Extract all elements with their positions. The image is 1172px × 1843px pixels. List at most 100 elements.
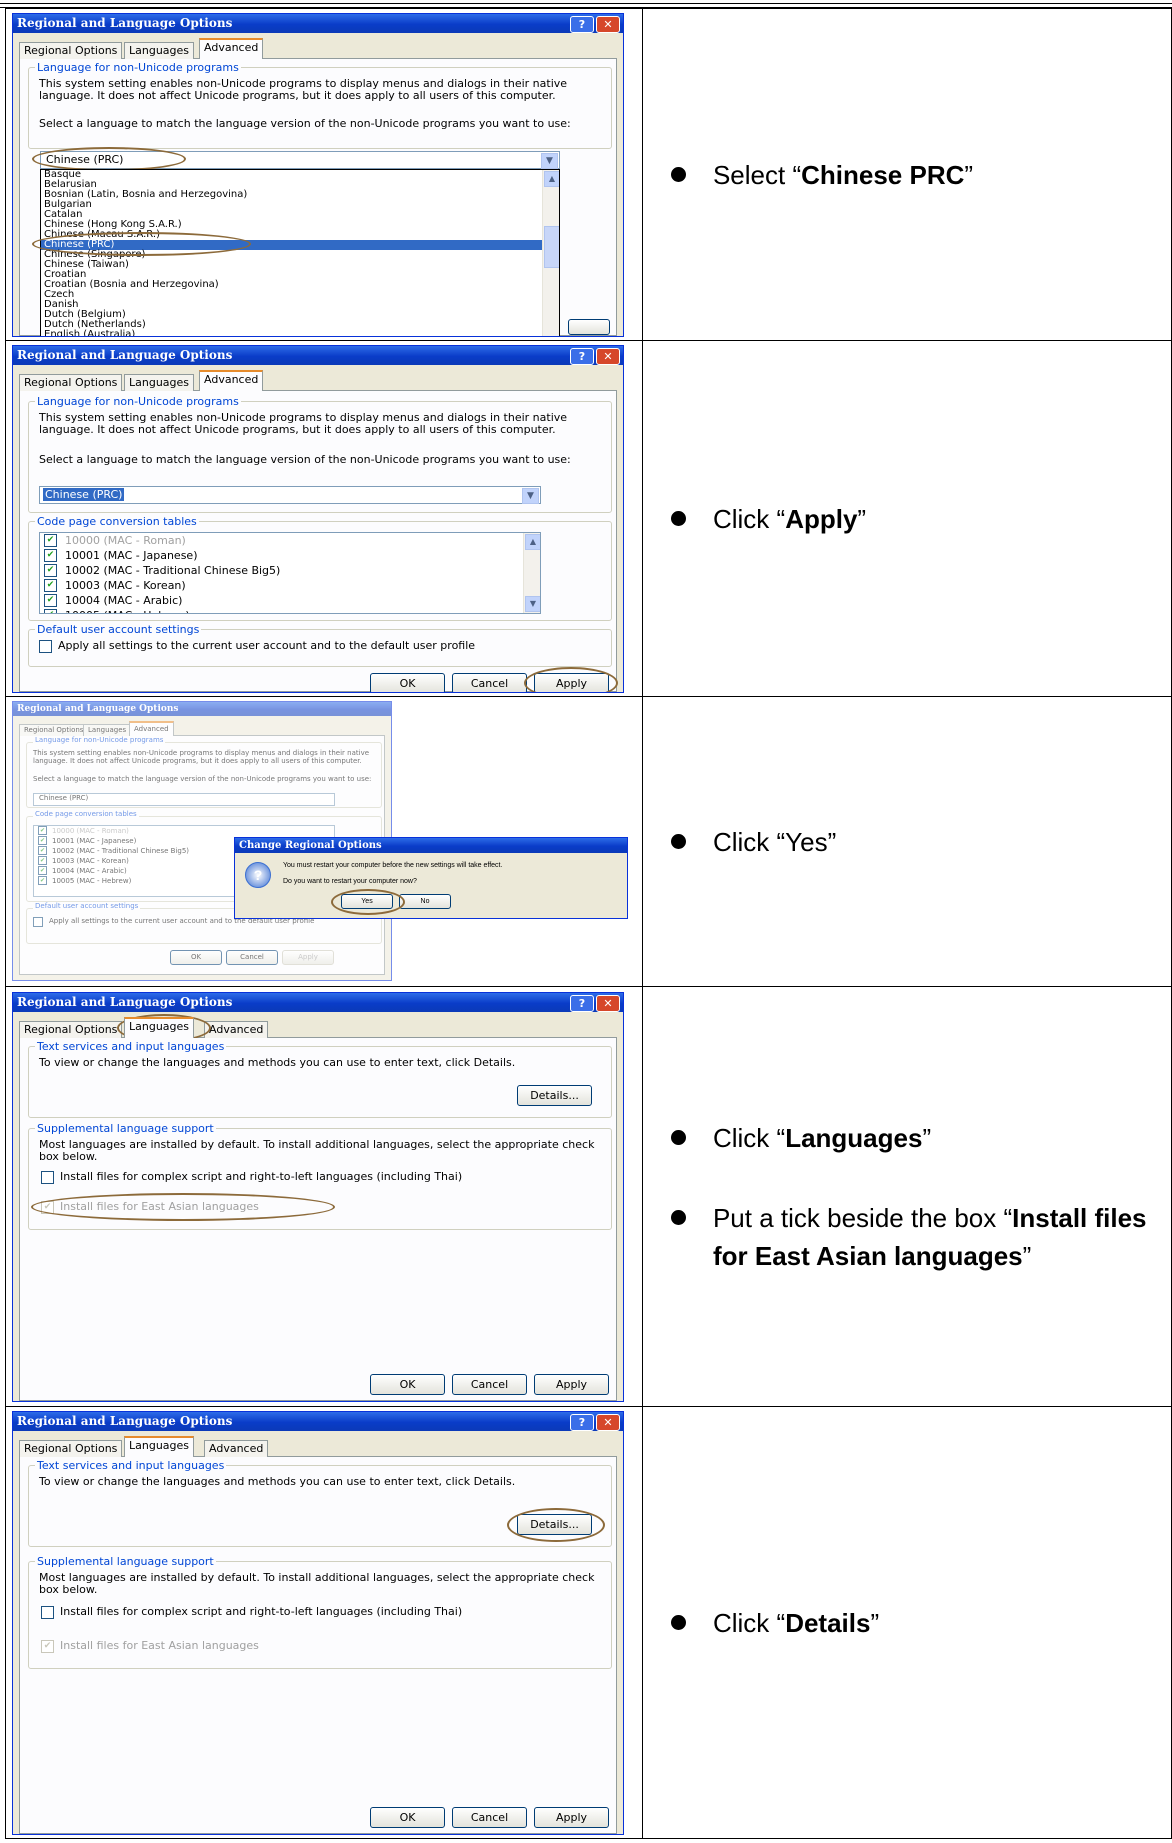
dropdown-option[interactable]: Catalan [41,209,559,220]
dropdown-option[interactable]: Croatian [41,269,559,280]
language-combo[interactable]: Chinese (PRC) [33,792,335,806]
dropdown-option[interactable]: Chinese (PRC) [41,239,559,250]
checkbox-box[interactable] [41,1605,54,1619]
dropdown-option[interactable]: Basque [41,170,559,180]
tab-regional-options[interactable]: Regional Options [19,1020,123,1038]
dropdown-option[interactable]: English (Australia) [41,329,559,336]
default-settings-checkbox[interactable]: Apply all settings to the current user a… [39,639,559,653]
checkbox-box[interactable]: ✔ [44,609,57,613]
checkbox-box[interactable] [41,1170,54,1184]
checkbox-box[interactable]: ✔ [38,836,47,845]
help-icon[interactable]: ? [570,1413,594,1431]
east-asian-checkbox[interactable]: ✔ Install files for East Asian languages [41,1200,581,1214]
codepage-item[interactable]: ✔ 10003 (MAC - Korean) [40,578,540,593]
complex-script-checkbox[interactable]: Install files for complex script and rig… [41,1170,581,1184]
ok-button[interactable]: OK [370,672,445,692]
dropdown-option[interactable]: Chinese (Macau S.A.R.) [41,229,559,240]
checkbox-box[interactable]: ✔ [41,1200,54,1214]
tab-advanced[interactable]: Advanced [204,1020,269,1038]
close-icon[interactable]: ✕ [596,347,620,365]
codepage-item[interactable]: ✔ 10001 (MAC - Japanese) [40,548,540,563]
no-button[interactable]: No [399,893,451,909]
checkbox-box[interactable]: ✔ [38,846,47,855]
help-icon[interactable]: ? [570,15,594,33]
cancel-button[interactable]: Cancel [452,1806,527,1828]
checkbox-box[interactable]: ✔ [41,1639,54,1653]
apply-button[interactable]: Apply [534,1806,609,1828]
checkbox-box[interactable]: ✔ [44,564,57,577]
dropdown-option[interactable]: Dutch (Netherlands) [41,319,559,330]
apply-button-partial[interactable] [568,318,610,335]
details-button[interactable]: Details... [517,1513,592,1535]
checkbox-box[interactable]: ✔ [38,866,47,875]
apply-button[interactable]: Apply [534,672,609,692]
close-icon[interactable]: ✕ [596,15,620,33]
yes-button[interactable]: Yes [341,893,393,909]
complex-script-checkbox[interactable]: Install files for complex script and rig… [41,1605,581,1619]
tab-regional-options[interactable]: Regional Options [19,1439,123,1457]
language-combo[interactable]: Chinese (PRC) ▼ [40,150,560,169]
ok-button[interactable]: OK [170,949,222,965]
apply-button[interactable]: Apply [282,949,334,965]
dropdown-option[interactable]: Chinese (Singapore) [41,249,559,260]
codepage-item[interactable]: ✔ 10002 (MAC - Traditional Chinese Big5) [40,563,540,578]
checkbox-box[interactable] [39,639,52,653]
dropdown-scrollbar[interactable]: ▲ [542,169,559,336]
dropdown-option[interactable]: Croatian (Bosnia and Herzegovina) [41,279,559,290]
checkbox-box[interactable]: ✔ [44,549,57,562]
language-combo[interactable]: Chinese (PRC) ▼ [39,485,541,504]
tab-regional-options[interactable]: Regional Options [19,723,89,736]
ok-button[interactable]: OK [370,1373,445,1395]
help-icon[interactable]: ? [570,347,594,365]
close-icon[interactable]: ✕ [596,1413,620,1431]
tab-regional-options[interactable]: Regional Options [19,41,123,59]
codepage-item[interactable]: ✔ 10000 (MAC - Roman) [34,826,334,836]
chevron-down-icon[interactable]: ▼ [541,152,558,169]
dropdown-option[interactable]: Dutch (Belgium) [41,309,559,320]
dropdown-option[interactable]: Bulgarian [41,199,559,210]
cancel-button[interactable]: Cancel [452,1373,527,1395]
checkbox-box[interactable]: ✔ [38,826,47,835]
codepage-scrollbar[interactable]: ▲ ▼ [523,532,540,613]
checkbox-box[interactable] [33,916,43,927]
checkbox-box[interactable]: ✔ [38,856,47,865]
tab-languages[interactable]: Languages [83,723,132,736]
cancel-button[interactable]: Cancel [226,949,278,965]
dropdown-option[interactable]: Czech [41,289,559,300]
codepage-list[interactable]: ✔ 10000 (MAC - Roman) ✔ 10001 (MAC - Japane… [39,531,541,614]
codepage-item[interactable]: ✔ 10000 (MAC - Roman) [40,533,540,548]
east-asian-checkbox[interactable]: ✔ Install files for East Asian languages [41,1639,581,1653]
details-button[interactable]: Details... [517,1084,592,1106]
scroll-thumb[interactable] [544,225,559,268]
dropdown-option[interactable]: Belarusian [41,179,559,190]
tab-advanced[interactable]: Advanced [129,720,174,736]
apply-button[interactable]: Apply [534,1373,609,1395]
dropdown-option[interactable]: Chinese (Taiwan) [41,259,559,270]
tab-languages[interactable]: Languages [124,1435,195,1457]
scroll-up-icon[interactable]: ▲ [544,170,559,187]
checkbox-box[interactable]: ✔ [44,579,57,592]
scroll-down-icon[interactable]: ▼ [525,595,540,612]
tab-languages[interactable]: Languages [124,373,195,391]
codepage-item[interactable]: ✔ 10005 (MAC - Hebrew) [40,608,540,613]
close-icon[interactable]: ✕ [596,994,620,1012]
ok-button[interactable]: OK [370,1806,445,1828]
checkbox-box[interactable]: ✔ [38,876,47,885]
dropdown-option[interactable]: Danish [41,299,559,310]
tab-languages[interactable]: Languages [124,41,195,59]
chevron-down-icon[interactable]: ▼ [522,487,539,504]
checkbox-box[interactable]: ✔ [44,594,57,607]
help-icon[interactable]: ? [570,994,594,1012]
tab-languages[interactable]: Languages [124,1016,195,1038]
scroll-up-icon[interactable]: ▲ [525,533,540,550]
cancel-button[interactable]: Cancel [452,672,527,692]
tab-advanced[interactable]: Advanced [204,1439,269,1457]
language-dropdown-list[interactable]: Basque Belarusian Bosnian (Latin, Bosnia a… [40,168,560,336]
codepage-item[interactable]: ✔ 10004 (MAC - Arabic) [40,593,540,608]
tab-advanced[interactable]: Advanced [199,37,264,59]
tab-regional-options[interactable]: Regional Options [19,373,123,391]
checkbox-box[interactable]: ✔ [44,534,57,547]
dropdown-option[interactable]: Chinese (Hong Kong S.A.R.) [41,219,559,230]
dropdown-option[interactable]: Bosnian (Latin, Bosnia and Herzegovina) [41,189,559,200]
tab-advanced[interactable]: Advanced [199,369,264,391]
